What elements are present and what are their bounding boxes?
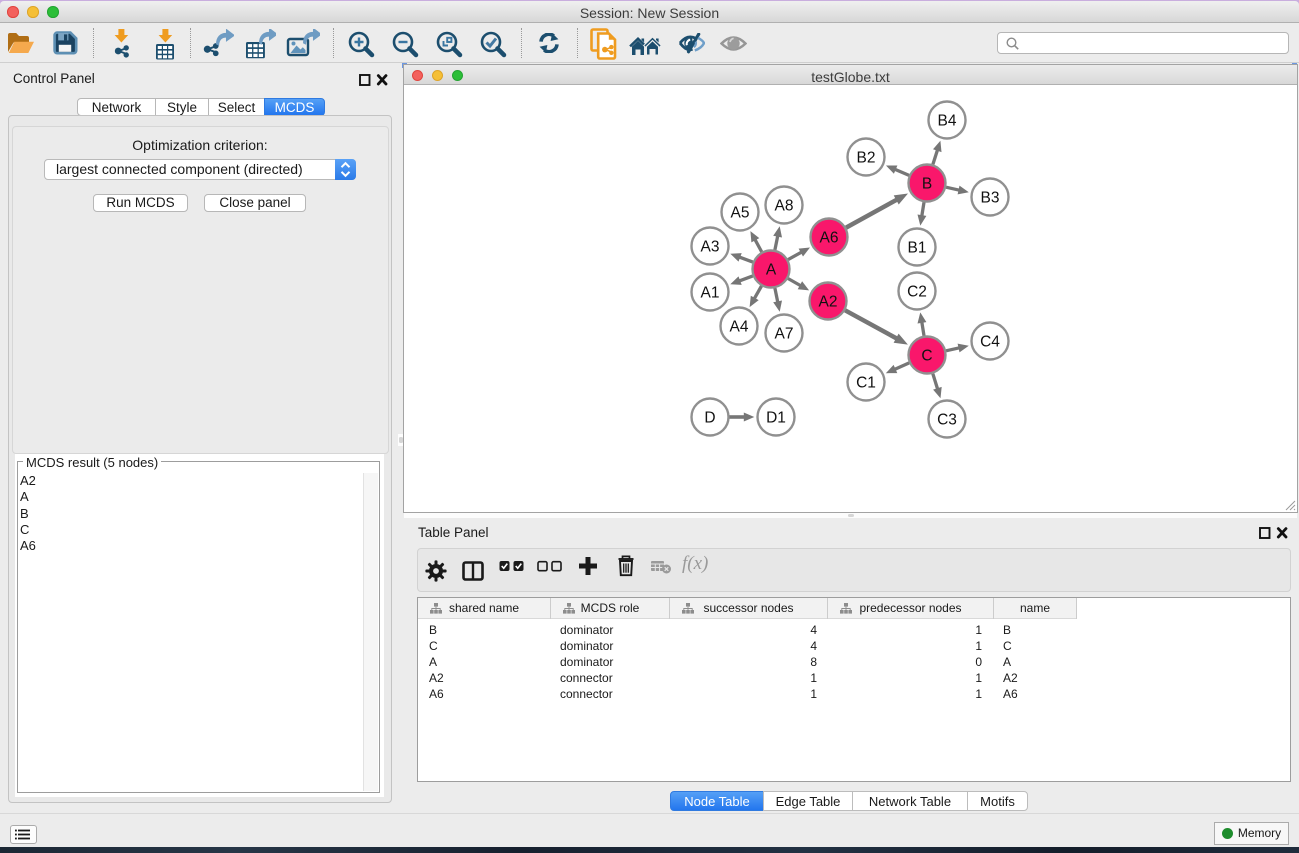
svg-text:D: D bbox=[704, 410, 715, 427]
svg-text:A7: A7 bbox=[775, 326, 794, 343]
svg-text:A3: A3 bbox=[701, 239, 720, 256]
svg-text:B2: B2 bbox=[857, 150, 876, 167]
svg-text:A6: A6 bbox=[820, 230, 839, 247]
svg-text:C: C bbox=[921, 348, 932, 365]
svg-text:A8: A8 bbox=[775, 198, 794, 215]
svg-text:A2: A2 bbox=[819, 294, 838, 311]
svg-text:A4: A4 bbox=[730, 319, 749, 336]
svg-text:D1: D1 bbox=[766, 410, 786, 427]
svg-text:B: B bbox=[922, 176, 932, 193]
svg-text:C2: C2 bbox=[907, 284, 927, 301]
svg-text:C1: C1 bbox=[856, 375, 876, 392]
svg-text:A5: A5 bbox=[731, 205, 750, 222]
svg-text:B1: B1 bbox=[908, 240, 927, 257]
svg-text:A: A bbox=[766, 262, 777, 279]
svg-text:C4: C4 bbox=[980, 334, 1000, 351]
svg-text:B4: B4 bbox=[938, 113, 957, 130]
svg-text:C3: C3 bbox=[937, 412, 957, 429]
svg-text:A1: A1 bbox=[701, 285, 720, 302]
svg-text:B3: B3 bbox=[981, 190, 1000, 207]
